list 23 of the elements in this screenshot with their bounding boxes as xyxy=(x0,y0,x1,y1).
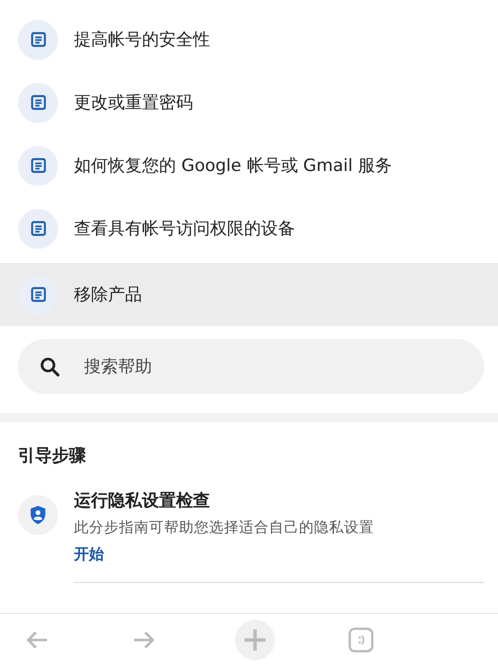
document-icon xyxy=(30,94,46,111)
article-item[interactable]: 移除产品 xyxy=(0,263,498,326)
article-item[interactable]: 更改或重置密码 xyxy=(0,71,498,134)
document-icon xyxy=(30,31,46,48)
article-item[interactable]: 提高帐号的安全性 xyxy=(0,8,498,71)
search-field[interactable]: 搜索帮助 xyxy=(84,339,464,394)
article-title: 查看具有帐号访问权限的设备 xyxy=(74,218,295,240)
search-bar[interactable]: 搜索帮助 xyxy=(18,339,484,394)
article-title: 提高帐号的安全性 xyxy=(74,29,210,51)
plus-icon[interactable] xyxy=(234,618,276,660)
search-icon xyxy=(38,354,62,378)
step-title: 运行隐私设置检查 xyxy=(74,490,211,512)
article-item[interactable]: 查看具有帐号访问权限的设备 xyxy=(0,197,498,260)
document-icon xyxy=(30,157,46,174)
step-description: 此分步指南可帮助您选择适合自己的隐私设置 xyxy=(74,519,375,537)
article-title: 如何恢复您的 Google 帐号或 Gmail 服务 xyxy=(74,155,392,177)
document-icon xyxy=(30,286,46,303)
start-link[interactable]: 开始 xyxy=(74,545,104,564)
article-title: 移除产品 xyxy=(74,284,142,306)
section-heading: 引导步骤 xyxy=(17,445,87,467)
document-icon xyxy=(30,220,46,237)
article-item[interactable]: 如何恢复您的 Google 帐号或 Gmail 服务 xyxy=(0,134,498,197)
article-title: 更改或重置密码 xyxy=(74,92,193,114)
